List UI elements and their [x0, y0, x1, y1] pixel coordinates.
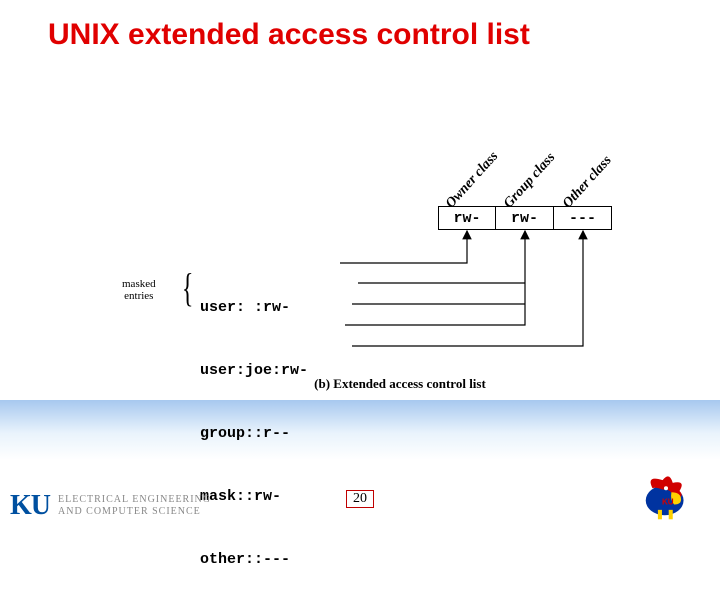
- masked-label-l1: masked: [122, 278, 156, 290]
- perm-group: rw-: [496, 206, 554, 230]
- svg-text:KU: KU: [662, 497, 674, 506]
- acl-other: other::---: [200, 549, 308, 570]
- department-name: ELECTRICAL ENGINEERING AND COMPUTER SCIE…: [58, 494, 211, 518]
- slide-title: UNIX extended access control list: [48, 18, 530, 52]
- footer-left: KU ELECTRICAL ENGINEERING AND COMPUTER S…: [10, 490, 211, 522]
- acl-diagram: Owner class Group class Other class rw- …: [130, 130, 670, 420]
- dept-l1: ELECTRICAL ENGINEERING: [58, 494, 211, 505]
- dept-l2: AND COMPUTER SCIENCE: [58, 506, 201, 517]
- perm-owner: rw-: [438, 206, 496, 230]
- jayhawk-logo: KU: [630, 468, 702, 522]
- ku-logo: KU: [10, 490, 50, 522]
- group-class-label: Group class: [501, 150, 559, 212]
- perm-other: ---: [554, 206, 612, 230]
- acl-entry-list: user: :rw- user:joe:rw- group::r-- mask:…: [200, 255, 308, 612]
- acl-mask: mask::rw-: [200, 486, 308, 507]
- brace-icon: {: [182, 268, 194, 308]
- masked-entries-label: masked entries: [122, 278, 156, 302]
- masked-label-l2: entries: [124, 290, 153, 302]
- other-class-label: Other class: [560, 153, 615, 212]
- acl-group: group::r--: [200, 423, 308, 444]
- ku-logo-text: KU: [10, 490, 50, 521]
- owner-class-label: Owner class: [443, 149, 502, 212]
- diagram-caption: (b) Extended access control list: [130, 376, 670, 392]
- acl-user: user: :rw-: [200, 297, 308, 318]
- permission-boxes: rw- rw- ---: [438, 206, 612, 230]
- page-number: 20: [346, 490, 374, 508]
